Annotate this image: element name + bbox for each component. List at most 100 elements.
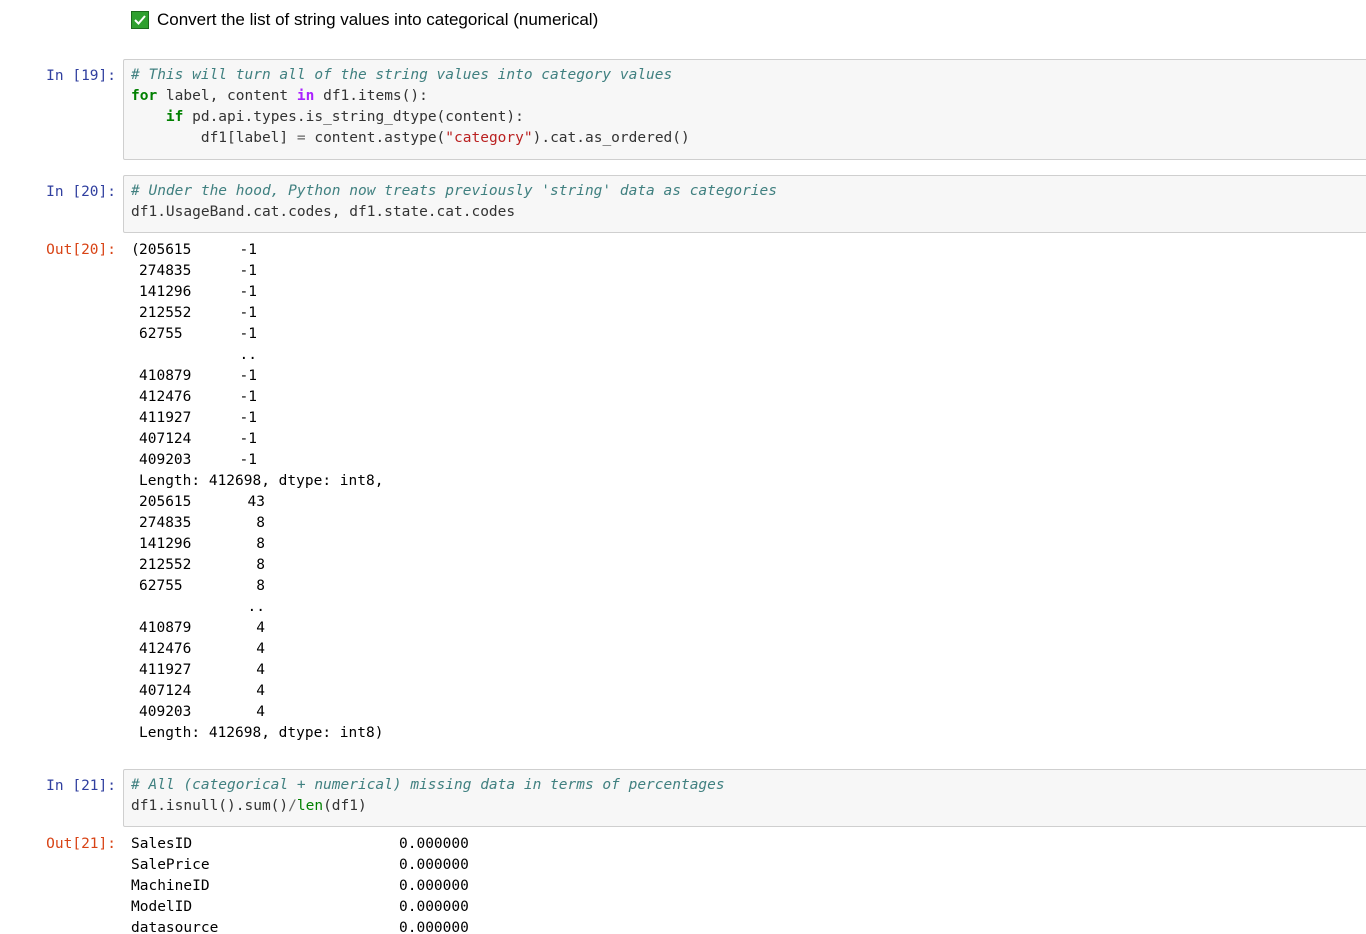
series-index: 409203 xyxy=(139,704,192,720)
markdown-cell: Convert the list of string values into c… xyxy=(131,10,598,30)
checkbox-checked-icon[interactable] xyxy=(131,11,149,29)
series-output-3: SalesID 0.000000 SalePrice 0.000000 MachineI… xyxy=(131,834,469,934)
series-value: 8 xyxy=(256,578,265,594)
series-index: 410879 xyxy=(139,620,192,636)
keyword-for: for xyxy=(131,88,158,104)
code-comment: # This will turn all of the string value… xyxy=(131,67,673,83)
series-index: 205615 xyxy=(139,494,192,510)
series-value: 4 xyxy=(256,704,265,720)
length-line-1: Length: 412698, dtype: int8, xyxy=(139,473,384,489)
series-row: 62755 -1 xyxy=(139,324,257,345)
markdown-text: Convert the list of string values into c… xyxy=(157,10,599,29)
series-index: 212552 xyxy=(139,305,192,321)
series-index: 141296 xyxy=(139,536,192,552)
series-value: 8 xyxy=(256,557,265,573)
series-value: -1 xyxy=(239,410,257,426)
keyword-if: if xyxy=(165,109,184,125)
code-comment: # Under the hood, Python now treats prev… xyxy=(131,183,778,199)
series-row: 212552 -1 xyxy=(139,303,257,324)
missing-data-row: datasource 0.000000 xyxy=(131,918,469,934)
series-index: 62755 xyxy=(139,326,183,342)
series-index: 412476 xyxy=(139,389,192,405)
series-index: 409203 xyxy=(139,452,192,468)
series-row: 212552 8 xyxy=(139,555,265,576)
series-index: 407124 xyxy=(139,431,192,447)
series-row: 410879 4 xyxy=(139,618,265,639)
series-row: 407124 -1 xyxy=(139,429,257,450)
code-text: df1.items(): xyxy=(314,88,428,104)
series-row: 412476 4 xyxy=(139,639,265,660)
series-value: .. xyxy=(239,347,257,363)
code-comment: # All (categorical + numerical) missing … xyxy=(131,777,725,793)
length-line-2: Length: 412698, dtype: int8) xyxy=(139,725,384,741)
series-value: 4 xyxy=(256,662,265,678)
missing-fraction: 0.000000 xyxy=(399,836,469,852)
input-prompt-21: In [21]: xyxy=(46,778,116,794)
string-literal: "category" xyxy=(445,130,533,146)
code-text: content.astype( xyxy=(305,130,446,146)
series-index: 205615 xyxy=(139,242,192,258)
operator: = xyxy=(296,130,306,146)
output-prompt-20: Out[20]: xyxy=(46,242,116,258)
series-value: 4 xyxy=(256,620,265,636)
series-value: -1 xyxy=(239,368,257,384)
series-output-1: 205615 -1 274835 -1 141296 -1 212552 -1 62755 -1.… xyxy=(139,240,257,471)
series-row: 412476 -1 xyxy=(139,387,257,408)
input-prompt-19: In [19]: xyxy=(46,68,116,84)
series-index: 411927 xyxy=(139,662,192,678)
series-value: -1 xyxy=(239,389,257,405)
series-index: 62755 xyxy=(139,578,183,594)
series-value: 8 xyxy=(256,536,265,552)
missing-data-row: ModelID 0.000000 xyxy=(131,897,469,918)
series-value: -1 xyxy=(239,284,257,300)
series-row: 407124 4 xyxy=(139,681,265,702)
series-index: 274835 xyxy=(139,515,192,531)
series-index: 411927 xyxy=(139,410,192,426)
series-value: 4 xyxy=(256,683,265,699)
code-text: (df1) xyxy=(323,798,367,814)
series-value: -1 xyxy=(239,305,257,321)
series-output-2: 205615 43 274835 8 141296 8 212552 8 62755 8.. 410… xyxy=(139,492,265,723)
missing-data-row: SalePrice 0.000000 xyxy=(131,855,469,876)
series-value: -1 xyxy=(239,263,257,279)
series-value: -1 xyxy=(239,431,257,447)
column-name: datasource xyxy=(131,920,219,934)
missing-data-row: MachineID 0.000000 xyxy=(131,876,469,897)
code-text: label, content xyxy=(157,88,297,104)
series-value: -1 xyxy=(239,452,257,468)
keyword-in: in xyxy=(296,88,315,104)
code-text: pd.api.types.is_string_dtype(content): xyxy=(183,109,524,125)
code-cell-19[interactable]: # This will turn all of the string value… xyxy=(123,59,1366,160)
builtin-len: len xyxy=(296,798,324,814)
series-row: 205615 43 xyxy=(139,492,265,513)
series-value: 43 xyxy=(247,494,265,510)
series-row: 409203 4 xyxy=(139,702,265,723)
column-name: ModelID xyxy=(131,899,193,915)
output-prompt-21: Out[21]: xyxy=(46,836,116,852)
series-row: 141296 8 xyxy=(139,534,265,555)
series-row: 274835 8 xyxy=(139,513,265,534)
column-name: MachineID xyxy=(131,878,210,894)
series-value: 4 xyxy=(256,641,265,657)
code-cell-21[interactable]: # All (categorical + numerical) missing … xyxy=(123,769,1366,827)
series-value: 8 xyxy=(256,515,265,531)
operator: / xyxy=(288,798,297,814)
column-name: SalePrice xyxy=(131,857,210,873)
series-row: 410879 -1 xyxy=(139,366,257,387)
code-text: ).cat.as_ordered() xyxy=(532,130,690,146)
missing-fraction: 0.000000 xyxy=(399,899,469,915)
series-row: .. xyxy=(139,597,265,618)
series-value: -1 xyxy=(239,242,257,258)
series-value: -1 xyxy=(239,326,257,342)
code-text: df1[label] xyxy=(131,130,297,146)
series-row: 411927 -1 xyxy=(139,408,257,429)
series-index: 410879 xyxy=(139,368,192,384)
series-index xyxy=(139,597,227,618)
code-cell-20[interactable]: # Under the hood, Python now treats prev… xyxy=(123,175,1366,233)
missing-fraction: 0.000000 xyxy=(399,878,469,894)
series-row: .. xyxy=(139,345,257,366)
code-text: df1.UsageBand.cat.codes, df1.state.cat.c… xyxy=(131,204,516,220)
series-row: 62755 8 xyxy=(139,576,265,597)
series-index: 412476 xyxy=(139,641,192,657)
